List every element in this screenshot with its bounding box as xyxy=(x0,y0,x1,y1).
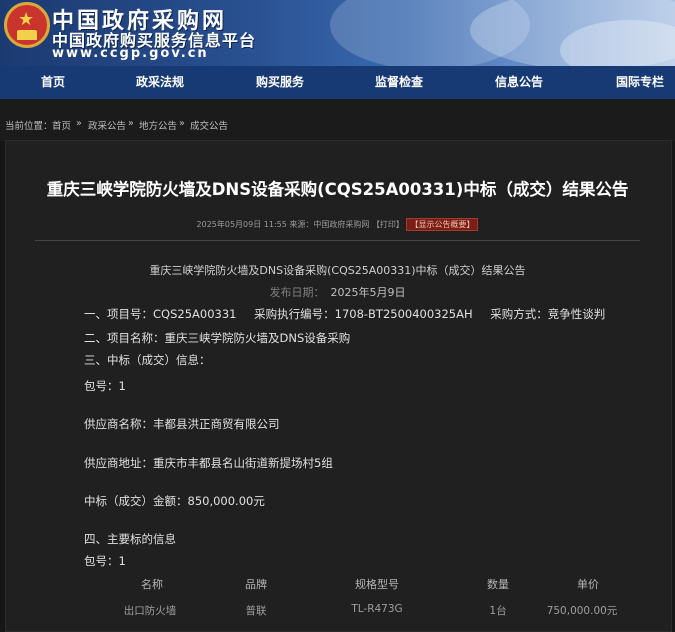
package2-label: 包号： xyxy=(84,554,119,568)
article-meta: 2025年05月09日 11:55 来源：中国政府采购网 【打印】 【显示公告概… xyxy=(0,218,675,231)
package-number: 1 xyxy=(118,379,126,393)
breadcrumb-separator: » xyxy=(128,118,134,129)
section2-label: 二、项目名称： xyxy=(84,331,165,345)
national-emblem-logo[interactable]: ★ xyxy=(4,2,50,48)
show-summary-button[interactable]: 【显示公告概要】 xyxy=(406,218,479,231)
exec-number-label: 采购执行编号： xyxy=(254,307,335,321)
table-cell: 出口防火墙 xyxy=(123,605,177,617)
nav-international[interactable]: 国际专栏 xyxy=(605,66,675,99)
breadcrumb: 当前位置： 首页 » 政采公告 » 地方公告 » 成交公告 xyxy=(0,99,675,141)
deal-amount: 850,000.00元 xyxy=(187,494,265,508)
table-header: 品牌 xyxy=(245,578,267,591)
breadcrumb-deal[interactable]: 成交公告 xyxy=(190,118,228,132)
breadcrumb-home[interactable]: 首页 xyxy=(52,118,71,132)
meta-source: 来源：中国政府采购网 xyxy=(289,220,370,229)
table-header: 名称 xyxy=(141,578,163,591)
site-header: ★ 中国政府采购网 中国政府购买服务信息平台 www.ccgp.gov.cn xyxy=(0,0,675,66)
nav-announcements[interactable]: 信息公告 xyxy=(484,66,554,99)
supplier-address-line: 供应商地址：重庆市丰都县名山街道新提场村5组 xyxy=(84,455,333,471)
main-nav: 首页 政采法规 购买服务 监督检查 信息公告 国际专栏 xyxy=(0,66,675,100)
amount-label: 中标（成交）金额： xyxy=(84,494,188,508)
method-label: 采购方式： xyxy=(490,307,548,321)
breadcrumb-gov-procurement[interactable]: 政采公告 xyxy=(88,118,126,132)
table-header: 规格型号 xyxy=(355,578,399,591)
meta-time: 2025年05月09日 11:55 xyxy=(196,220,287,229)
procurement-method: 竞争性谈判 xyxy=(547,307,606,321)
package-label: 包号： xyxy=(84,379,119,393)
project-name: 重庆三峡学院防火墙及DNS设备采购 xyxy=(164,331,351,345)
publish-date-value: 2025年5月9日 xyxy=(330,286,406,299)
publish-date: 发布日期： 2025年5月9日 xyxy=(0,284,675,300)
table-cell: 普联 xyxy=(245,605,267,617)
section1-label: 一、项目号： xyxy=(84,307,153,321)
nav-home[interactable]: 首页 xyxy=(18,66,88,99)
section4-heading: 四、主要标的信息 xyxy=(84,532,176,546)
exec-number: 1708-BT2500400325AH xyxy=(334,307,473,321)
package2-line: 包号：1 xyxy=(84,553,126,569)
package2-number: 1 xyxy=(118,554,126,568)
supplier-name: 丰都县洪正商贸有限公司 xyxy=(153,417,280,431)
table-cell: TL-R473G xyxy=(351,603,403,615)
article-subtitle: 重庆三峡学院防火墙及DNS设备采购(CQS25A00331)中标（成交）结果公告 xyxy=(149,264,526,277)
table-header: 数量 xyxy=(487,578,509,591)
article-title: 重庆三峡学院防火墙及DNS设备采购(CQS25A00331)中标（成交）结果公告 xyxy=(46,180,629,199)
address-label: 供应商地址： xyxy=(84,456,153,470)
project-info-line: 一、项目号：CQS25A00331 采购执行编号：1708-BT25004003… xyxy=(84,306,605,322)
breadcrumb-local[interactable]: 地方公告 xyxy=(139,118,177,132)
publish-date-label: 发布日期： xyxy=(269,286,325,299)
package-line: 包号：1 xyxy=(84,378,126,394)
nav-purchase-services[interactable]: 购买服务 xyxy=(245,66,315,99)
project-number: CQS25A00331 xyxy=(153,307,237,321)
table-cell: 750,000.00元 xyxy=(546,605,618,617)
table-cell: 1台 xyxy=(489,605,507,617)
nav-regulations[interactable]: 政采法规 xyxy=(125,66,195,99)
project-name-line: 二、项目名称：重庆三峡学院防火墙及DNS设备采购 xyxy=(84,330,350,346)
breadcrumb-separator: » xyxy=(179,118,185,129)
supplier-name-line: 供应商名称：丰都县洪正商贸有限公司 xyxy=(84,416,280,432)
site-url: www.ccgp.gov.cn xyxy=(52,46,209,61)
print-link[interactable]: 【打印】 xyxy=(372,220,404,229)
supplier-label: 供应商名称： xyxy=(84,417,153,431)
breadcrumb-label: 当前位置： xyxy=(5,121,53,132)
breadcrumb-separator: » xyxy=(76,118,82,129)
nav-supervision[interactable]: 监督检查 xyxy=(364,66,434,99)
supplier-address: 重庆市丰都县名山街道新提场村5组 xyxy=(153,456,333,470)
divider xyxy=(35,240,640,241)
section3-heading: 三、中标（成交）信息： xyxy=(84,353,211,367)
table-header: 单价 xyxy=(577,578,599,591)
amount-line: 中标（成交）金额：850,000.00元 xyxy=(84,493,265,509)
